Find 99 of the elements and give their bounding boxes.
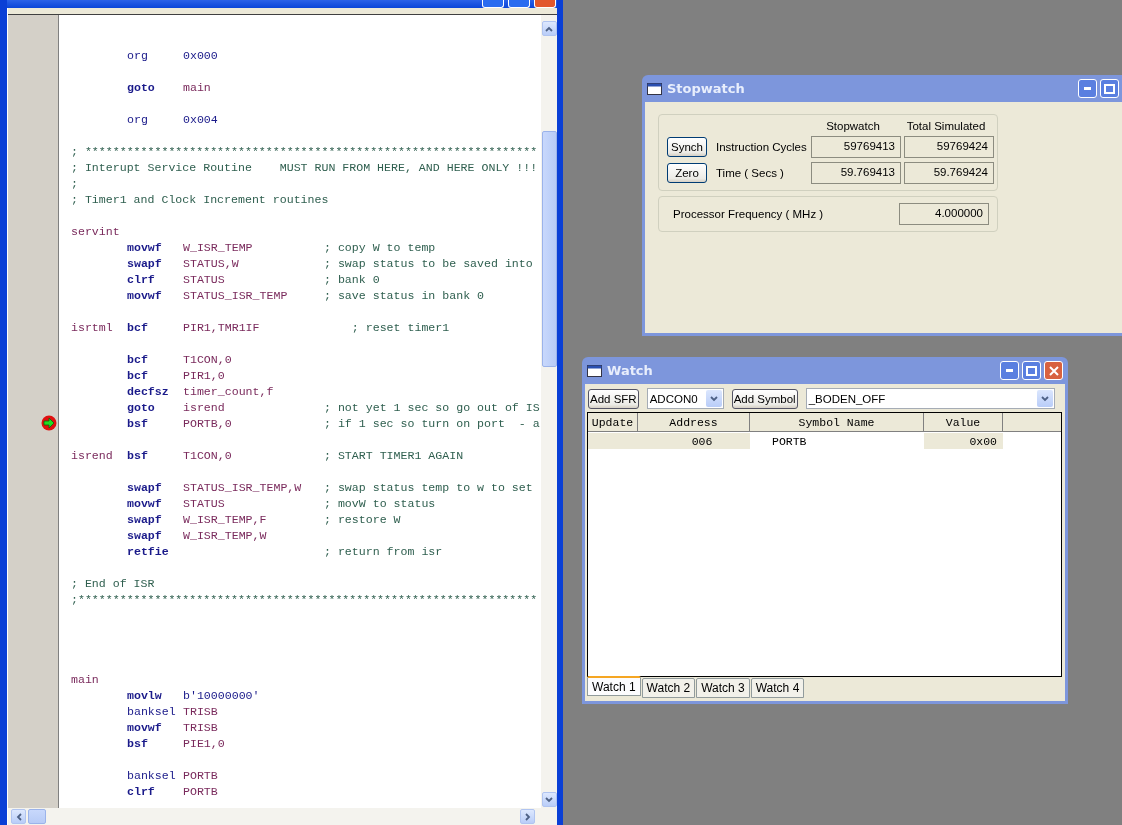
code-operand: T1CON,0 — [183, 352, 232, 366]
code-comment: ; — [71, 176, 78, 190]
code-operand: TRISB — [183, 704, 218, 718]
code-operand: timer_count,f — [183, 384, 274, 398]
code-instruction: movlw — [127, 688, 162, 702]
watch-tab[interactable]: Watch 4 — [750, 678, 805, 698]
code-comment: ; restore W — [324, 512, 401, 526]
column-header[interactable]: Update — [588, 413, 638, 432]
code-comment: ; return from isr — [324, 544, 443, 558]
row-label: Time ( Secs ) — [715, 167, 785, 179]
code-instruction: swapf — [127, 528, 162, 542]
code-operand: b'10000000' — [183, 688, 260, 702]
code-operand: PORTB — [183, 768, 218, 782]
code-instruction: movwf — [127, 288, 162, 302]
code-comment: ; not yet 1 sec so go out of IS — [324, 400, 540, 414]
code-instruction: movwf — [127, 240, 162, 254]
code-operand: STATUS_ISR_TEMP — [183, 288, 288, 302]
add-symbol-button[interactable]: Add Symbol — [731, 388, 798, 409]
table-cell: 006 — [638, 433, 750, 449]
watch-tab[interactable]: Watch 2 — [641, 678, 696, 698]
code-comment: ; START TIMER1 AGAIN — [324, 448, 464, 462]
code-instruction: bsf — [127, 448, 148, 462]
code-operand: STATUS — [183, 496, 225, 510]
code-instruction: bcf — [127, 352, 148, 366]
code-instruction: goto — [127, 80, 155, 94]
stopwatch-button[interactable]: Synch — [667, 137, 707, 157]
add-sfr-button[interactable]: Add SFR — [588, 388, 639, 409]
code-label: isrend — [71, 448, 113, 462]
code-comment: ; bank 0 — [324, 272, 380, 286]
value-field: 59769413 — [811, 136, 901, 158]
table-cell: 0x00 — [924, 433, 1003, 449]
code-instruction: goto — [127, 400, 155, 414]
code-instruction: swapf — [127, 512, 162, 526]
symbol-dropdown[interactable]: _BODEN_OFF — [805, 388, 1055, 409]
code-label: isrtml — [71, 320, 113, 334]
code-comment: ; Timer1 and Clock Increment routines — [71, 192, 329, 206]
watch-tab[interactable]: Watch 3 — [696, 678, 750, 698]
code-label: main — [71, 672, 99, 686]
value-field: 59769424 — [904, 136, 994, 158]
code-comment: ;****************************************************************** — [71, 592, 538, 606]
code-instruction: movwf — [127, 720, 162, 734]
code-instruction: retfie — [127, 544, 169, 558]
code-comment: ; ***************************************************************** — [71, 144, 538, 158]
code-operand: 0x000 — [183, 48, 218, 62]
code-comment: ; copy W to temp — [324, 240, 436, 254]
code-instruction: bcf — [127, 320, 148, 334]
code-operand: W_ISR_TEMP — [183, 240, 253, 254]
code-comment: ; reset timer1 — [350, 320, 450, 334]
code-operand: 0x004 — [183, 112, 218, 126]
window-title: Stopwatch — [667, 81, 745, 96]
code-directive: org — [127, 48, 148, 62]
code-directive: org — [127, 112, 148, 126]
code-instruction: swapf — [127, 480, 162, 494]
column-header[interactable]: Value — [924, 413, 1003, 432]
sfr-dropdown[interactable]: ADCON0 — [646, 388, 724, 409]
code-operand: T1CON,0 — [183, 448, 232, 462]
code-operand: W_ISR_TEMP,F — [183, 512, 267, 526]
code-instruction: clrf — [127, 272, 155, 286]
code-operand: PORTB — [183, 784, 218, 798]
code-instruction: swapf — [127, 256, 162, 270]
code-comment: ; if 1 sec so turn on port - a — [324, 416, 540, 430]
column-header[interactable]: Symbol Name — [750, 413, 924, 432]
column-header[interactable]: Address — [638, 413, 750, 432]
code-instruction: decfsz — [127, 384, 169, 398]
code-operand: isrend — [183, 400, 225, 414]
code-instruction: bcf — [127, 368, 148, 382]
code-instruction: movwf — [127, 496, 162, 510]
stopwatch-button[interactable]: Zero — [667, 163, 707, 183]
value-field: 59.769413 — [811, 162, 901, 184]
code-operand: PIR1,TMR1IF — [183, 320, 260, 334]
code-label: servint — [71, 224, 120, 238]
code-instruction: clrf — [127, 784, 155, 798]
column-header: Stopwatch — [825, 120, 881, 132]
value-field: 59.769424 — [904, 162, 994, 184]
window-title: Watch — [607, 363, 653, 378]
code-comment: ; End of ISR — [71, 576, 155, 590]
code-operand: PIR1,0 — [183, 368, 225, 382]
frequency-field[interactable]: 4.000000 — [899, 203, 989, 225]
frequency-label: Processor Frequency ( MHz ) — [672, 208, 825, 220]
row-label: Instruction Cycles — [715, 141, 808, 153]
code-directive: banksel — [127, 768, 176, 782]
code-comment: ; swap status to be saved into — [324, 256, 533, 270]
code-operand: PIE1,0 — [183, 736, 225, 750]
code-operand: W_ISR_TEMP,W — [183, 528, 267, 542]
code-comment: ; save status in bank 0 — [324, 288, 485, 302]
code-operand: main — [183, 80, 211, 94]
code-instruction: bsf — [127, 416, 148, 430]
code-operand: STATUS — [183, 272, 225, 286]
code-operand: STATUS,W — [183, 256, 239, 270]
column-header: Total Simulated — [905, 120, 987, 132]
code-directive: banksel — [127, 704, 176, 718]
code-operand: TRISB — [183, 720, 218, 734]
watch-tab[interactable]: Watch 1 — [587, 676, 641, 696]
code-operand: STATUS_ISR_TEMP,W — [183, 480, 302, 494]
code-comment: ; swap status temp to w to set — [324, 480, 533, 494]
code-comment: ; movW to status — [324, 496, 436, 510]
code-instruction: bsf — [127, 736, 148, 750]
code-operand: PORTB,0 — [183, 416, 232, 430]
code-comment: ; Interupt Service Routine MUST RUN FROM HERE, AND HERE ONLY !!! — [71, 160, 538, 174]
